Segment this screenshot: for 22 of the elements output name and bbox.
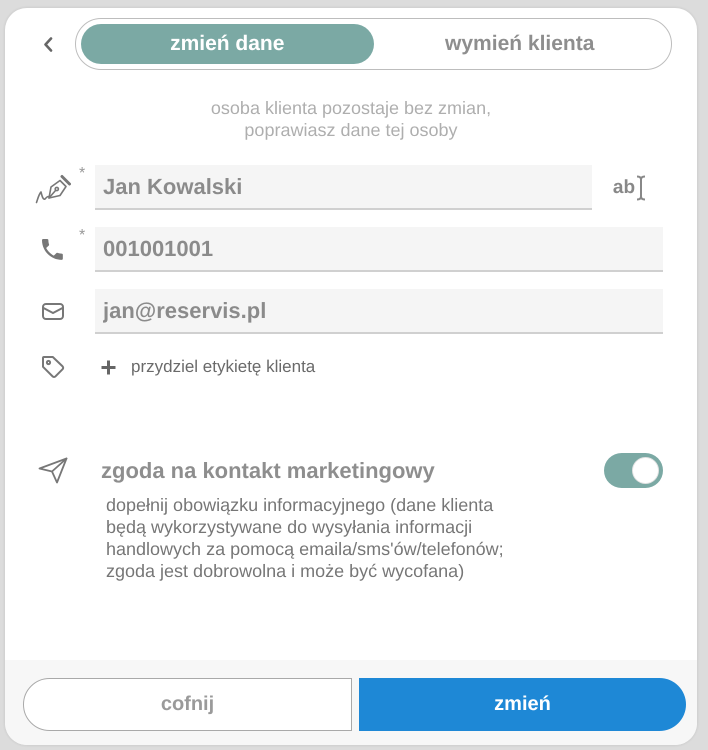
phone-field[interactable]: 001001001	[95, 227, 663, 272]
cancel-button[interactable]: cofnij	[23, 678, 352, 731]
text-case-button[interactable]: ab	[592, 165, 663, 210]
tag-icon	[40, 355, 64, 379]
envelope-icon	[42, 303, 64, 320]
tab[interactable]: zmień dane	[81, 24, 374, 64]
name-field[interactable]: Jan Kowalski	[95, 165, 592, 210]
phone-icon	[42, 238, 64, 260]
plus-icon	[101, 360, 116, 374]
email-field[interactable]: jan@reservis.pl	[95, 289, 663, 334]
required-mark: *	[79, 165, 86, 182]
required-mark: *	[79, 227, 86, 244]
tab[interactable]: wymień klienta	[374, 24, 666, 64]
assign-tag-link[interactable]: przydziel etykietę klienta	[101, 357, 316, 377]
paper-plane-icon	[38, 457, 68, 484]
consent-title: zgoda na kontakt marketingowy	[101, 458, 436, 484]
confirm-button[interactable]: zmień	[359, 678, 686, 731]
consent-description: dopełnij obowiązku informacyjnego (dane klienta będą wykorzystywane do wysyłania informacji handlowych za pomocą emaila/sms'ów/telefonów; zgoda jest dobrowolna i może być wycofana)	[106, 494, 505, 582]
marketing-toggle[interactable]	[604, 453, 663, 488]
text-cursor-icon	[636, 174, 646, 200]
chevron-left-icon	[43, 36, 53, 52]
hint-text: osoba klienta pozostaje bez zmian, poprawiasz dane tej osoby	[210, 97, 492, 141]
